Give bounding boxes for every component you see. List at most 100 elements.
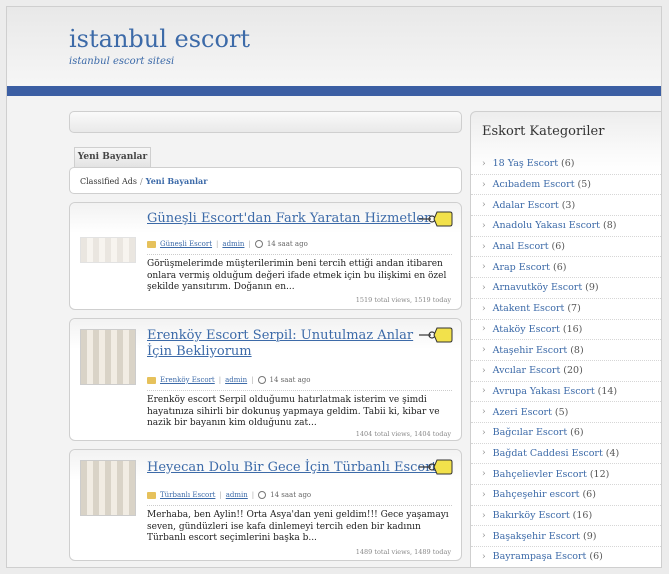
sidebar-category-item[interactable]: › Bağdat Caddesi Escort (4): [471, 444, 661, 465]
category-link[interactable]: Bakırköy Escort: [493, 510, 570, 521]
sidebar-category-item[interactable]: › Bahçeşehir escort (6): [471, 485, 661, 506]
category-link[interactable]: 18 Yaş Escort: [493, 158, 558, 169]
sidebar-category-item[interactable]: › Adalar Escort (3): [471, 195, 661, 217]
category-link[interactable]: Acıbadem Escort: [493, 179, 575, 190]
category-count: (9): [582, 530, 597, 542]
sidebar-category-item[interactable]: › Başakşehir Escort (9): [471, 526, 661, 548]
post-author-link[interactable]: admin: [226, 491, 248, 499]
category-count: (8): [603, 220, 617, 232]
chevron-right-icon: ›: [482, 158, 486, 169]
category-count: (6): [551, 241, 565, 253]
sidebar-category-item[interactable]: › Ataşehir Escort (8): [471, 340, 661, 361]
chevron-right-icon: ›: [482, 407, 486, 418]
chevron-right-icon: ›: [482, 531, 486, 542]
chevron-right-icon: ›: [482, 427, 486, 438]
category-link[interactable]: Bahçelievler Escort: [493, 469, 587, 480]
category-link[interactable]: Ataköy Escort: [493, 324, 560, 335]
sidebar-category-item[interactable]: › Azeri Escort (5): [471, 402, 661, 423]
top-search-bar[interactable]: [69, 111, 462, 133]
post-category-link[interactable]: Güneşli Escort: [160, 240, 212, 248]
category-link[interactable]: Ataşehir Escort: [493, 345, 568, 356]
category-count: (3): [561, 199, 576, 211]
meta-divider-line: [147, 254, 452, 255]
chevron-right-icon: ›: [482, 510, 486, 521]
post-excerpt: Görüşmelerimde müşterilerimin beni terci…: [147, 259, 447, 292]
category-link[interactable]: Anal Escort: [493, 241, 549, 252]
category-count: (5): [577, 179, 591, 191]
chevron-right-icon: ›: [482, 386, 486, 397]
sidebar-category-item[interactable]: › Ataköy Escort (16): [471, 320, 661, 341]
chevron-right-icon: ›: [482, 282, 486, 293]
sidebar-category-item[interactable]: › Bakırköy Escort (16): [471, 506, 661, 527]
chevron-right-icon: ›: [482, 220, 486, 231]
post-title[interactable]: Erenköy Escort Serpil: Unutulmaz Anlar İ…: [147, 328, 417, 360]
sidebar-category-item[interactable]: › Bahçelievler Escort (12): [471, 464, 661, 485]
category-link[interactable]: Azeri Escort: [493, 407, 552, 418]
sidebar-category-item[interactable]: › 18 Yaş Escort (6): [471, 154, 661, 175]
post-author-link[interactable]: admin: [225, 376, 247, 384]
post-thumbnail[interactable]: [80, 329, 136, 385]
sidebar-category-item[interactable]: › Avrupa Yakası Escort (14): [471, 382, 661, 403]
breadcrumb-root[interactable]: Classified Ads: [80, 177, 137, 186]
clock-icon: [254, 240, 263, 248]
category-count: (6): [570, 427, 584, 439]
sidebar-category-item[interactable]: › Arnavutköy Escort (9): [471, 278, 661, 299]
category-count: (7): [567, 303, 581, 315]
sidebar-category-item[interactable]: › Atakent Escort (7): [471, 299, 661, 320]
category-link[interactable]: Atakent Escort: [493, 303, 565, 314]
sidebar-category-item[interactable]: › Bağcılar Escort (6): [471, 423, 661, 444]
category-link[interactable]: Başakşehir Escort: [493, 531, 580, 542]
category-link[interactable]: Bahçeşehir escort: [493, 489, 580, 500]
category-link[interactable]: Anadolu Yakası Escort: [493, 220, 600, 231]
post-time: 14 saat ago: [269, 376, 311, 384]
category-count: (6): [561, 158, 575, 170]
sidebar-category-item[interactable]: › Avcılar Escort (20): [471, 361, 661, 382]
sidebar-category-item[interactable]: › Arap Escort (6): [471, 257, 661, 279]
post-time: 14 saat ago: [266, 240, 308, 248]
post-author-link[interactable]: admin: [222, 240, 244, 248]
sidebar-category-item[interactable]: › Anadolu Yakası Escort (8): [471, 216, 661, 237]
meta-divider: |: [216, 240, 219, 248]
sidebar-title: Eskort Kategoriler: [482, 124, 605, 139]
site-tagline: istanbul escort sitesi: [69, 56, 175, 67]
meta-divider: |: [251, 376, 254, 384]
post-category-link[interactable]: Türbanlı Escort: [160, 491, 215, 499]
category-link[interactable]: Bağdat Caddesi Escort: [493, 448, 603, 459]
category-link[interactable]: Bağcılar Escort: [493, 427, 568, 438]
meta-divider: |: [251, 491, 255, 499]
category-link[interactable]: Avcılar Escort: [493, 365, 561, 376]
post-meta: Erenköy Escort | admin | 14 saat ago: [147, 376, 311, 384]
post-view-count: 1519 total views, 1519 today: [355, 296, 451, 304]
post-title[interactable]: Heyecan Dolu Bir Gece İçin Türbanlı Esco…: [147, 460, 447, 476]
chevron-right-icon: ›: [482, 262, 486, 273]
post-excerpt: Erenköy escort Serpil olduğumu hatırlatm…: [147, 395, 440, 428]
category-count: (14): [597, 385, 618, 397]
meta-divider: |: [219, 491, 222, 499]
site-title[interactable]: istanbul escort: [69, 25, 250, 53]
category-count: (5): [554, 406, 569, 418]
category-link[interactable]: Bayrampaşa Escort: [493, 551, 587, 562]
post-thumbnail[interactable]: [80, 237, 136, 263]
chevron-right-icon: ›: [482, 179, 486, 190]
chevron-right-icon: ›: [482, 345, 486, 356]
sidebar-category-item[interactable]: › Anal Escort (6): [471, 237, 661, 258]
breadcrumb-current[interactable]: Yeni Bayanlar: [146, 176, 208, 186]
folder-icon: [147, 240, 156, 248]
post-thumbnail[interactable]: [80, 460, 136, 516]
sidebar-category-item[interactable]: › Bayrampaşa Escort (6): [471, 547, 661, 567]
category-link[interactable]: Adalar Escort: [493, 200, 559, 211]
category-link[interactable]: Arnavutköy Escort: [493, 282, 583, 293]
chevron-right-icon: ›: [482, 489, 486, 500]
breadcrumb: Classified Ads / Yeni Bayanlar: [69, 167, 462, 194]
post-title[interactable]: Güneşli Escort'dan Fark Yaratan Hizmetle…: [147, 211, 437, 227]
post-excerpt: Merhaba, ben Aylin!! Orta Asya'dan yeni …: [147, 510, 449, 543]
sidebar-category-item[interactable]: › Acıbadem Escort (5): [471, 175, 661, 196]
meta-divider-line: [147, 505, 452, 506]
tab-yeni-bayanlar[interactable]: Yeni Bayanlar: [74, 147, 151, 167]
site-header: istanbul escort istanbul escort sitesi: [7, 7, 661, 86]
post-view-count: 1489 total views, 1489 today: [355, 548, 451, 556]
post-category-link[interactable]: Erenköy Escort: [160, 376, 215, 384]
category-link[interactable]: Arap Escort: [493, 262, 550, 273]
category-link[interactable]: Avrupa Yakası Escort: [493, 386, 595, 397]
category-count: (16): [562, 323, 583, 335]
